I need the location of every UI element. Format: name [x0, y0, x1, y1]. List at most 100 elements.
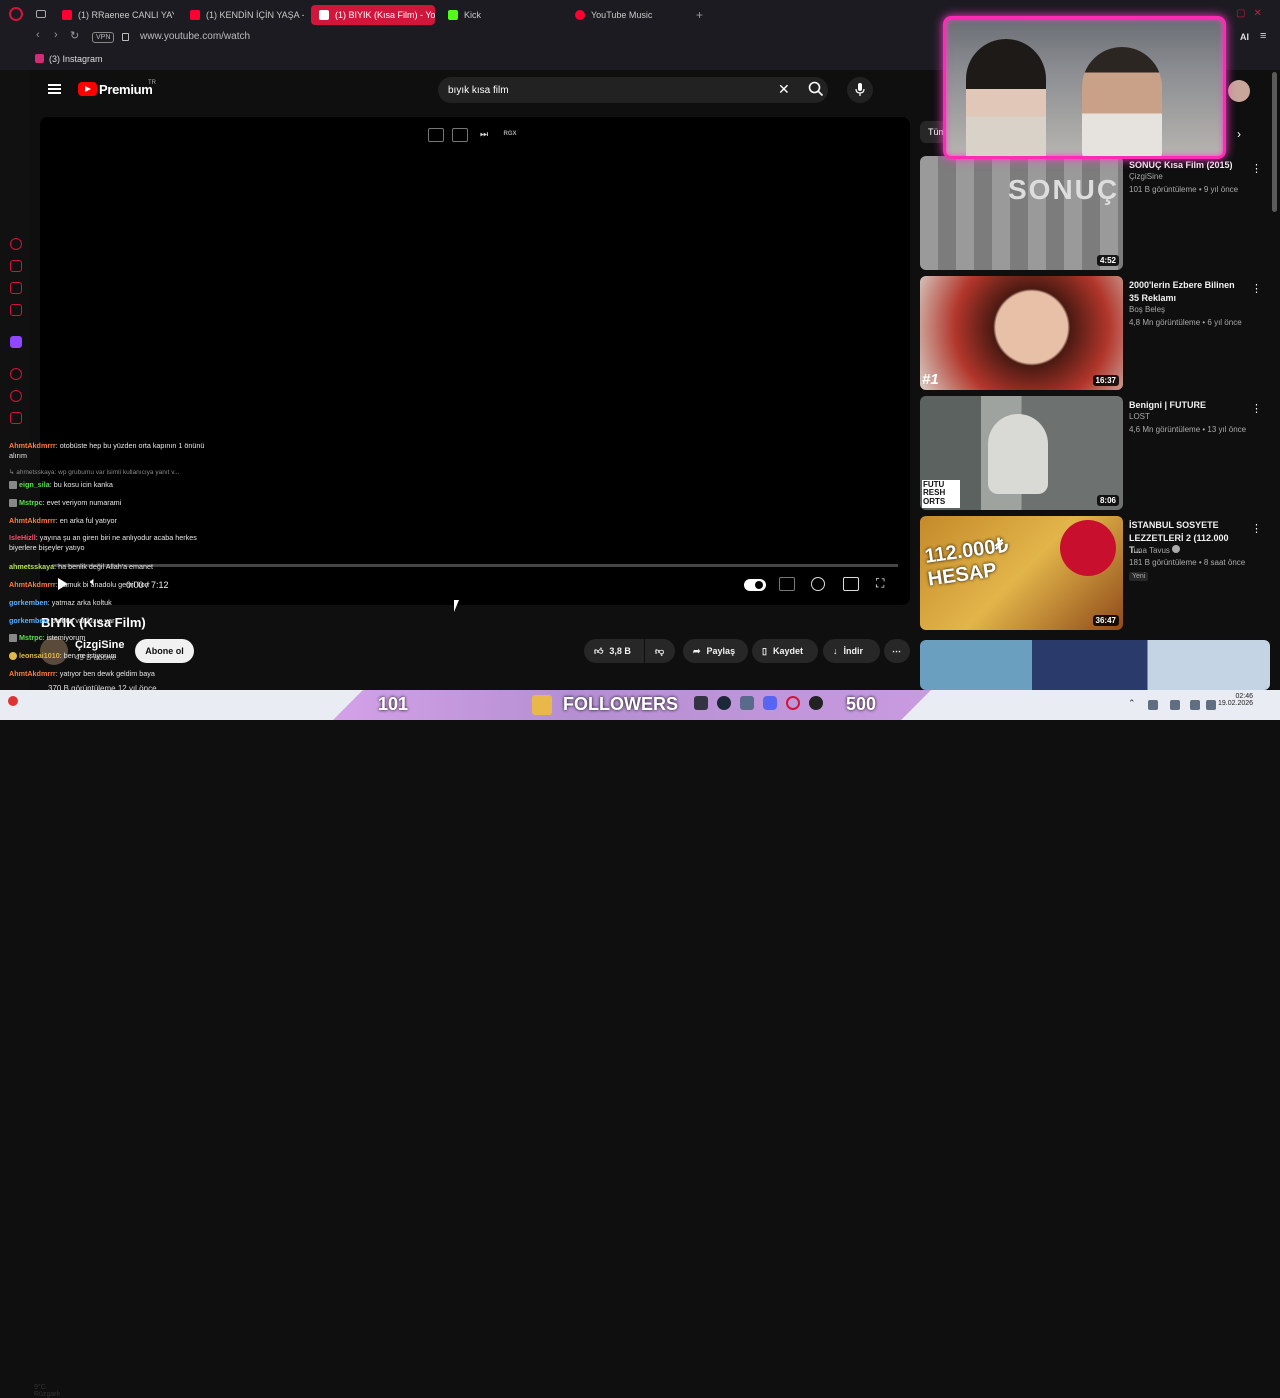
more-options-icon[interactable]: ⋮ [1251, 522, 1262, 535]
settings-gear-icon[interactable] [811, 577, 825, 591]
chip-next-chevron-icon[interactable]: › [1237, 127, 1241, 141]
recommendation-channel[interactable]: ÇizgiSine [1129, 172, 1163, 181]
taskbar-app-icons [694, 696, 823, 710]
skip-icon[interactable]: ⏭ [476, 128, 492, 142]
twitch-icon[interactable] [10, 336, 22, 348]
recommendation-channel[interactable]: LOST [1129, 412, 1150, 421]
extensions-icon[interactable] [10, 260, 22, 272]
search-input[interactable] [448, 82, 768, 98]
recommendation-title[interactable]: 2000'lerin Ezbere Bilinen 35 Reklamı [1129, 279, 1241, 304]
player-icon[interactable] [10, 368, 22, 380]
save-label: Kaydet [772, 646, 803, 656]
workspaces-icon[interactable] [36, 10, 46, 18]
youtube-premium-logo[interactable]: Premium [99, 82, 153, 97]
settings-app-icon[interactable] [740, 696, 754, 710]
app-icon-dark[interactable] [809, 696, 823, 710]
share-button[interactable]: ➦ Paylaş [683, 639, 748, 663]
onedrive-icon[interactable] [1148, 700, 1158, 710]
video-thumbnail[interactable]: 112.000₺ HESAP 36:47 [920, 516, 1123, 630]
history-icon[interactable] [10, 238, 22, 250]
subtitles-icon[interactable] [779, 577, 795, 591]
voice-search-button[interactable] [847, 77, 873, 103]
tab-biyik-active[interactable]: (1) BIYIK (Kısa Film) - You [311, 5, 435, 25]
dislike-button[interactable]: 👎︎ [645, 639, 675, 663]
more-options-icon[interactable]: ⋮ [1251, 282, 1262, 295]
video-thumbnail[interactable]: FUTU RESH ORTS 8:06 [920, 396, 1123, 510]
speaker-icon[interactable] [1206, 700, 1216, 710]
forward-arrow-icon[interactable]: › [54, 29, 58, 41]
microphone-icon [855, 83, 865, 96]
back-arrow-icon[interactable]: ‹ [36, 29, 40, 41]
recommendation-item[interactable]: SONUÇ 4:52 SONUÇ Kısa Film (2015) ÇizgiS… [920, 156, 1270, 271]
menu-icon[interactable]: ≡ [1260, 30, 1266, 42]
account-avatar[interactable] [1228, 80, 1250, 102]
file-explorer-icon[interactable] [532, 695, 552, 715]
app-icon[interactable] [694, 696, 708, 710]
recommendation-item[interactable]: FUTU RESH ORTS 8:06 Benigni | FUTURE LOST … [920, 396, 1270, 511]
theater-mode-icon[interactable] [843, 577, 859, 591]
more-options-icon[interactable]: ⋮ [1251, 162, 1262, 175]
video-duration: 4:52 [1096, 255, 1119, 266]
messenger-icon[interactable] [10, 282, 22, 294]
enter-icon[interactable] [452, 128, 468, 142]
vpn-badge[interactable]: VPN [92, 32, 115, 43]
lock-icon [122, 33, 129, 41]
save-button[interactable]: ▯ Kaydet [752, 639, 818, 663]
youtube-logo-icon[interactable] [78, 82, 97, 96]
followers-count: 101 [378, 694, 409, 714]
video-thumbnail[interactable]: #1 16:37 [920, 276, 1123, 390]
weather-widget[interactable]: 9°C Rüzgarlı [20, 1384, 60, 1398]
recommendation-thumbnail-partial[interactable] [920, 640, 1270, 690]
opera-gx-icon[interactable] [786, 696, 800, 710]
new-tab-plus-icon[interactable]: + [696, 8, 703, 22]
page-scrollbar[interactable] [1272, 72, 1277, 212]
fullscreen-icon[interactable]: ⛶ [876, 576, 884, 591]
recommendation-item[interactable]: 112.000₺ HESAP 36:47 İSTANBUL SOSYETE LEZ… [920, 516, 1270, 631]
network-icon[interactable] [1190, 700, 1200, 710]
clear-search-icon[interactable]: ✕ [778, 81, 790, 98]
player-extension-tools: ⏭ RGX [428, 128, 520, 142]
download-button[interactable]: ↓ İndir [823, 639, 880, 663]
thumbs-down-icon: 👎︎ [655, 645, 665, 656]
tab-youtube-music[interactable]: YouTube Music [567, 5, 687, 25]
download-label: İndir [843, 646, 864, 656]
tab-kendin-icin-yasa[interactable]: (1) KENDİN İÇİN YAŞA - Yo [182, 5, 304, 25]
system-clock[interactable]: 02:46 19.02.2026 [1218, 693, 1253, 707]
recommendation-title[interactable]: SONUÇ Kısa Film (2015) [1129, 159, 1241, 172]
reload-icon[interactable]: ↻ [70, 29, 79, 42]
autoplay-toggle[interactable] [744, 579, 766, 591]
tab-rraenee[interactable]: (1) RRaenee CANLI YAYINI [54, 5, 174, 25]
tray-chevron-icon[interactable]: ⌃ [1128, 698, 1136, 709]
browser-logo-icon[interactable] [9, 7, 23, 21]
ai-button[interactable]: AI [1240, 32, 1249, 42]
steam-icon[interactable] [717, 696, 731, 710]
recommendation-channel[interactable]: Tuna Tavus [1129, 545, 1181, 555]
window-controls[interactable]: ▢✕ [1236, 8, 1270, 19]
recommendation-channel[interactable]: Boş Beleş [1129, 305, 1165, 314]
bookmark-instagram[interactable]: (3) Instagram [49, 54, 103, 64]
cube-icon[interactable] [10, 412, 22, 424]
tab-label: Kick [464, 10, 482, 20]
thumbnail-art: 112.000₺ HESAP [923, 534, 1010, 591]
clock-icon[interactable] [10, 390, 22, 402]
guide-menu-icon[interactable] [48, 84, 61, 94]
webcam-person-left [966, 39, 1046, 156]
video-thumbnail[interactable]: SONUÇ 4:52 [920, 156, 1123, 270]
recommendation-meta: 181 B görüntüleme • 8 saat önce [1129, 558, 1246, 567]
more-actions-button[interactable]: ⋯ [884, 639, 910, 663]
like-button[interactable]: 👍︎ 3,8 B [584, 639, 644, 663]
recommendation-title[interactable]: Benigni | FUTURE [1129, 399, 1241, 412]
rgx-button[interactable]: RGX [500, 128, 520, 142]
more-options-icon[interactable]: ⋮ [1251, 402, 1262, 415]
tiktok-icon[interactable] [10, 304, 22, 316]
search-icon[interactable] [808, 81, 824, 97]
microphone-tray-icon[interactable] [1170, 700, 1180, 710]
weather-icon[interactable] [8, 696, 18, 706]
video-duration: 36:47 [1092, 615, 1119, 626]
url-text[interactable]: www.youtube.com/watch [140, 31, 250, 42]
popout-icon[interactable] [428, 128, 444, 142]
discord-icon[interactable] [763, 696, 777, 710]
tab-kick[interactable]: Kick [440, 5, 560, 25]
recommendation-item[interactable]: #1 16:37 2000'lerin Ezbere Bilinen 35 Re… [920, 276, 1270, 391]
recommendation-meta: 101 B görüntüleme • 9 yıl önce [1129, 185, 1239, 194]
